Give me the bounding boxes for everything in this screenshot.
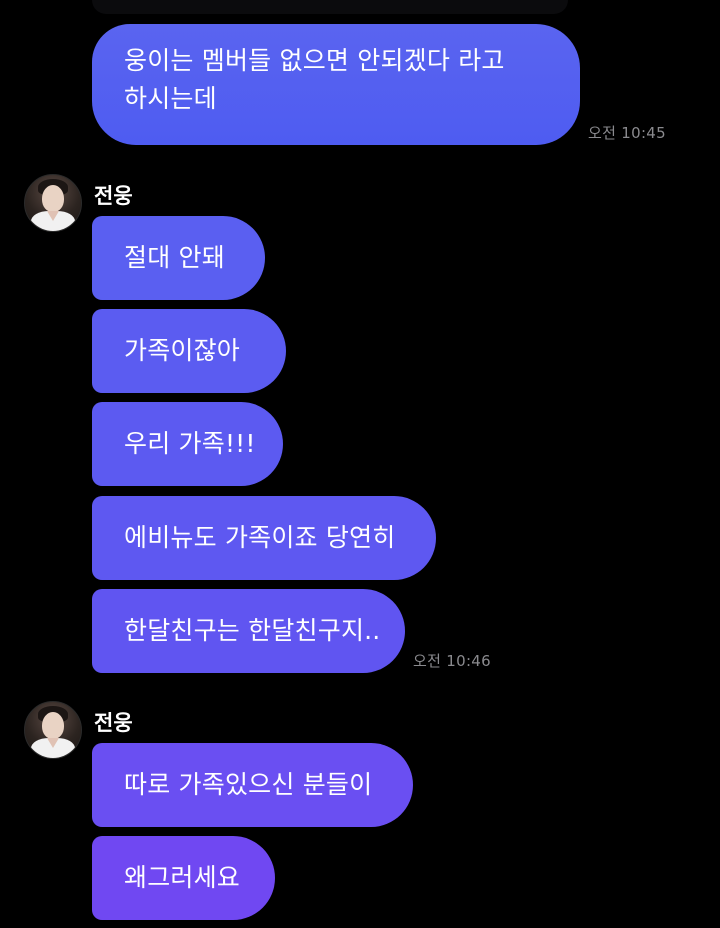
- message-bubble[interactable]: 에비뉴도 가족이죠 당연히: [92, 496, 436, 580]
- message-text: 따로 가족있으신 분들이: [124, 770, 373, 799]
- message-bubble[interactable]: 따로 가족있으신 분들이: [92, 743, 413, 827]
- message-text: 에비뉴도 가족이죠 당연히: [124, 523, 396, 552]
- message-text: 가족이잖아: [124, 336, 241, 365]
- message-text: 한달친구는 한달친구지..: [124, 616, 381, 645]
- message-bubble[interactable]: 절대 안돼: [92, 216, 265, 300]
- message-bubble[interactable]: 왜그러세요: [92, 836, 275, 920]
- message-bubble[interactable]: 가족이잖아: [92, 309, 286, 393]
- profile-avatar[interactable]: [24, 701, 82, 759]
- avatar-face: [42, 185, 64, 212]
- message-text: 우리 가족!!!: [124, 429, 256, 458]
- message-text: 절대 안돼: [124, 243, 225, 272]
- avatar-face: [42, 712, 64, 739]
- message-bubble[interactable]: 우리 가족!!!: [92, 402, 283, 486]
- previous-bubble-edge: [92, 0, 568, 14]
- message-text: 왜그러세요: [124, 863, 241, 892]
- message-text: 웅이는 멤버들 없으면 안되겠다 라고 하시는데: [124, 46, 505, 113]
- sender-name: 전웅: [94, 184, 133, 208]
- message-bubble[interactable]: 웅이는 멤버들 없으면 안되겠다 라고 하시는데: [92, 24, 580, 145]
- message-bubble[interactable]: 한달친구는 한달친구지..: [92, 589, 405, 673]
- message-time: 오전 10:45: [588, 124, 666, 142]
- profile-avatar[interactable]: [24, 174, 82, 232]
- sender-name: 전웅: [94, 711, 133, 735]
- message-time: 오전 10:46: [413, 652, 491, 670]
